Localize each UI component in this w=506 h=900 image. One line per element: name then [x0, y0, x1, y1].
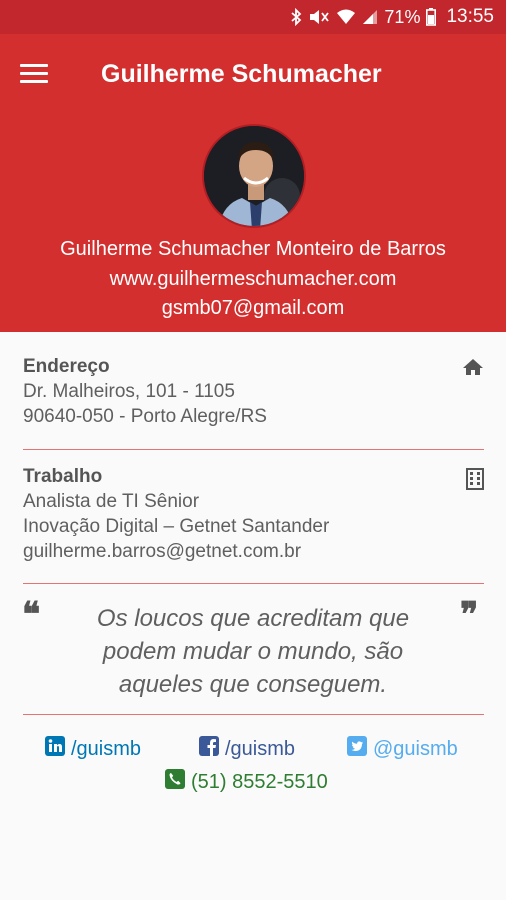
hamburger-menu-icon[interactable] [20, 64, 48, 86]
bluetooth-icon [290, 8, 302, 26]
divider [23, 449, 484, 450]
phone-link[interactable]: (51) 8552-5510 [165, 769, 328, 795]
linkedin-icon [45, 736, 65, 762]
signal-icon [362, 9, 378, 25]
quote-open-icon: ❝ [22, 595, 41, 635]
status-bar: 71% 13:55 [0, 0, 506, 34]
profile-email-link[interactable]: gsmb07@gmail.com [0, 297, 506, 320]
facebook-icon [199, 736, 219, 762]
address-line-2: 90640-050 - Porto Alegre/RS [23, 406, 267, 427]
app-title: Guilherme Schumacher [101, 60, 382, 88]
work-heading: Trabalho [23, 466, 103, 487]
quote-close-icon: ❞ [460, 595, 479, 635]
address-heading: Endereço [23, 356, 110, 377]
mute-icon [308, 8, 330, 26]
twitter-handle: @guismb [373, 737, 458, 760]
avatar [202, 124, 306, 228]
facebook-handle: /guismb [225, 737, 296, 760]
linkedin-handle: /guismb [71, 737, 142, 760]
phone-icon [165, 769, 185, 795]
profile-header: Guilherme Schumacher Monteiro de Barros … [0, 116, 506, 332]
twitter-icon [347, 736, 367, 762]
divider [23, 714, 484, 715]
work-email-link[interactable]: guilherme.barros@getnet.com.br [23, 541, 484, 563]
divider [23, 583, 484, 584]
phone-number: (51) 8552-5510 [191, 770, 328, 793]
status-icons: 71% 13:55 [290, 6, 494, 28]
wifi-icon [336, 8, 356, 26]
home-icon [462, 358, 484, 381]
quote-text: Os loucos que acreditam que podem mudar … [96, 605, 410, 698]
twitter-link[interactable]: @guismb [347, 736, 458, 762]
battery-percent: 71% [384, 6, 421, 27]
work-company: Inovação Digital – Getnet Santander [23, 516, 330, 537]
status-time: 13:55 [446, 6, 494, 27]
battery-icon [426, 8, 437, 26]
linkedin-link[interactable]: /guismb [45, 736, 141, 762]
building-icon [466, 468, 484, 495]
profile-full-name: Guilherme Schumacher Monteiro de Barros [60, 238, 446, 260]
profile-website-link[interactable]: www.guilhermeschumacher.com [0, 268, 506, 291]
address-line-1: Dr. Malheiros, 101 - 1105 [23, 381, 235, 402]
app-bar: Guilherme Schumacher [0, 34, 506, 116]
facebook-link[interactable]: /guismb [199, 736, 295, 762]
address-section: Endereço Dr. Malheiros, 101 - 1105 90640… [23, 356, 484, 428]
work-role: Analista de TI Sênior [23, 491, 200, 512]
work-section: Trabalho Analista de TI Sênior Inovação … [23, 466, 484, 563]
